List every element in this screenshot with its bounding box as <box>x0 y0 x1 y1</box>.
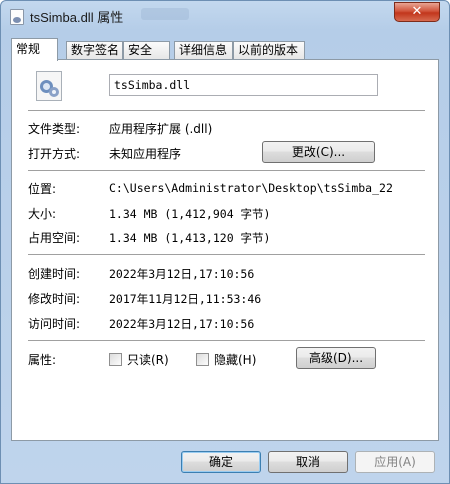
hidden-checkbox[interactable]: 隐藏(H) <box>196 351 266 367</box>
tab-digital-signatures[interactable]: 数字签名 <box>66 41 123 60</box>
tab-security[interactable]: 安全 <box>123 41 170 60</box>
general-tab-panel: tsSimba.dll 文件类型: 应用程序扩展 (.dll) 打开方式: 未知… <box>11 59 439 441</box>
disk-size-label: 占用空间: <box>28 231 81 245</box>
ok-button[interactable]: 确定 <box>181 451 261 473</box>
properties-window: tsSimba.dll 属性 ✕ 常规 数字签名 安全 详细信息 以前的版本 t… <box>0 0 450 484</box>
location-label: 位置: <box>28 182 57 196</box>
readonly-label[interactable]: 只读(R) <box>127 351 169 368</box>
divider <box>28 254 425 256</box>
divider <box>28 110 425 112</box>
modified-label: 修改时间: <box>28 292 81 306</box>
dll-file-icon <box>10 9 24 25</box>
accessed-value: 2022年3月12日,17:10:56 <box>109 317 255 331</box>
divider <box>28 340 425 342</box>
created-value: 2022年3月12日,17:10:56 <box>109 267 255 281</box>
divider <box>28 170 425 172</box>
attributes-label: 属性: <box>28 353 57 367</box>
open-with-label: 打开方式: <box>28 147 81 161</box>
file-type-value: 应用程序扩展 (.dll) <box>109 122 213 136</box>
hidden-label[interactable]: 隐藏(H) <box>214 351 256 368</box>
file-type-label: 文件类型: <box>28 122 81 136</box>
created-label: 创建时间: <box>28 267 81 281</box>
change-button[interactable]: 更改(C)... <box>262 141 375 163</box>
title-bar[interactable]: tsSimba.dll 属性 ✕ <box>1 1 449 33</box>
advanced-button[interactable]: 高级(D)... <box>296 347 376 369</box>
window-title: tsSimba.dll 属性 <box>30 10 124 25</box>
readonly-checkbox[interactable]: 只读(R) <box>109 351 179 367</box>
cancel-button[interactable]: 取消 <box>268 451 348 473</box>
size-value: 1.34 MB (1,412,904 字节) <box>109 207 271 221</box>
accessed-label: 访问时间: <box>28 317 81 331</box>
modified-value: 2017年11月12日,11:53:46 <box>109 292 262 306</box>
hidden-checkbox-box[interactable] <box>196 353 209 366</box>
open-with-value: 未知应用程序 <box>109 147 182 161</box>
size-label: 大小: <box>28 207 57 221</box>
disk-size-value: 1.34 MB (1,413,120 字节) <box>109 231 271 245</box>
tab-general[interactable]: 常规 <box>11 38 58 61</box>
close-button[interactable]: ✕ <box>394 2 440 22</box>
readonly-checkbox-box[interactable] <box>109 353 122 366</box>
tab-previous-versions[interactable]: 以前的版本 <box>233 41 305 60</box>
file-name-field[interactable]: tsSimba.dll <box>109 74 378 96</box>
apply-button[interactable]: 应用(A) <box>355 451 435 473</box>
dll-gear-icon <box>36 71 62 101</box>
title-blur-decoration <box>141 8 189 20</box>
location-value: C:\Users\Administrator\Desktop\tsSimba_2… <box>109 181 393 195</box>
tab-details[interactable]: 详细信息 <box>174 41 233 60</box>
